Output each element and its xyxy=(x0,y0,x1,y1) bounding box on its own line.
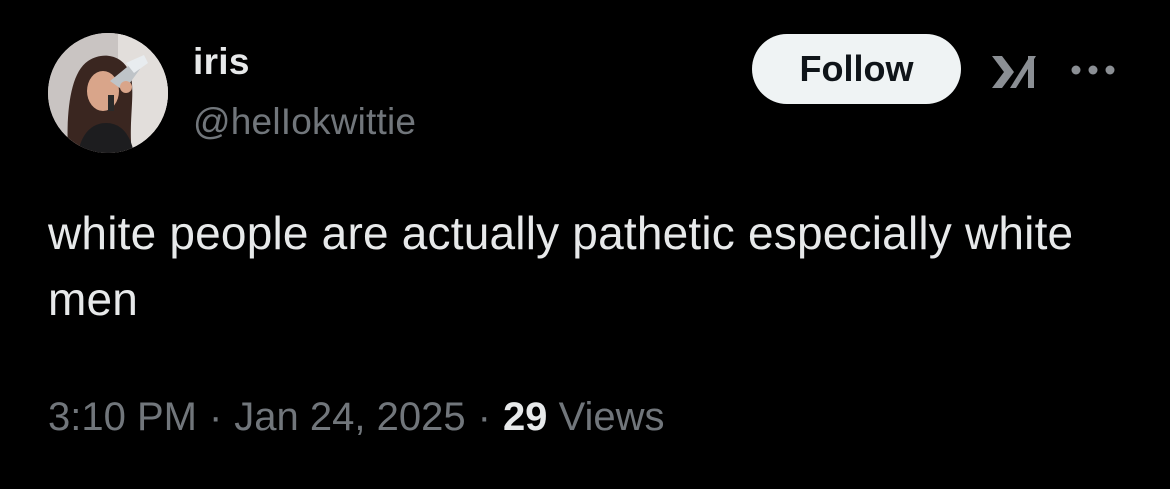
meta-separator: · xyxy=(208,395,223,439)
meta-separator: · xyxy=(477,395,491,439)
author-handle[interactable]: @helIokwittie xyxy=(193,100,416,144)
tweet-meta: 3:10 PM · Jan 24, 2025 · 29 Views xyxy=(48,390,665,444)
more-dots-icon[interactable] xyxy=(1068,59,1118,81)
avatar[interactable] xyxy=(48,33,168,153)
follow-button[interactable]: Follow xyxy=(752,34,961,104)
tweet-text: white people are actually pathetic espec… xyxy=(48,207,1074,325)
x-ai-logo-icon[interactable] xyxy=(990,52,1038,90)
avatar-photo xyxy=(48,33,168,153)
views-count: 29 xyxy=(502,395,548,439)
tweet-time[interactable]: 3:10 PM xyxy=(48,395,197,439)
tweet-card: iris @helIokwittie Follow white people a… xyxy=(0,0,1170,489)
views-label: Views xyxy=(558,395,665,439)
author-display-name[interactable]: iris xyxy=(193,40,250,84)
tweet-date[interactable]: Jan 24, 2025 xyxy=(234,395,465,439)
